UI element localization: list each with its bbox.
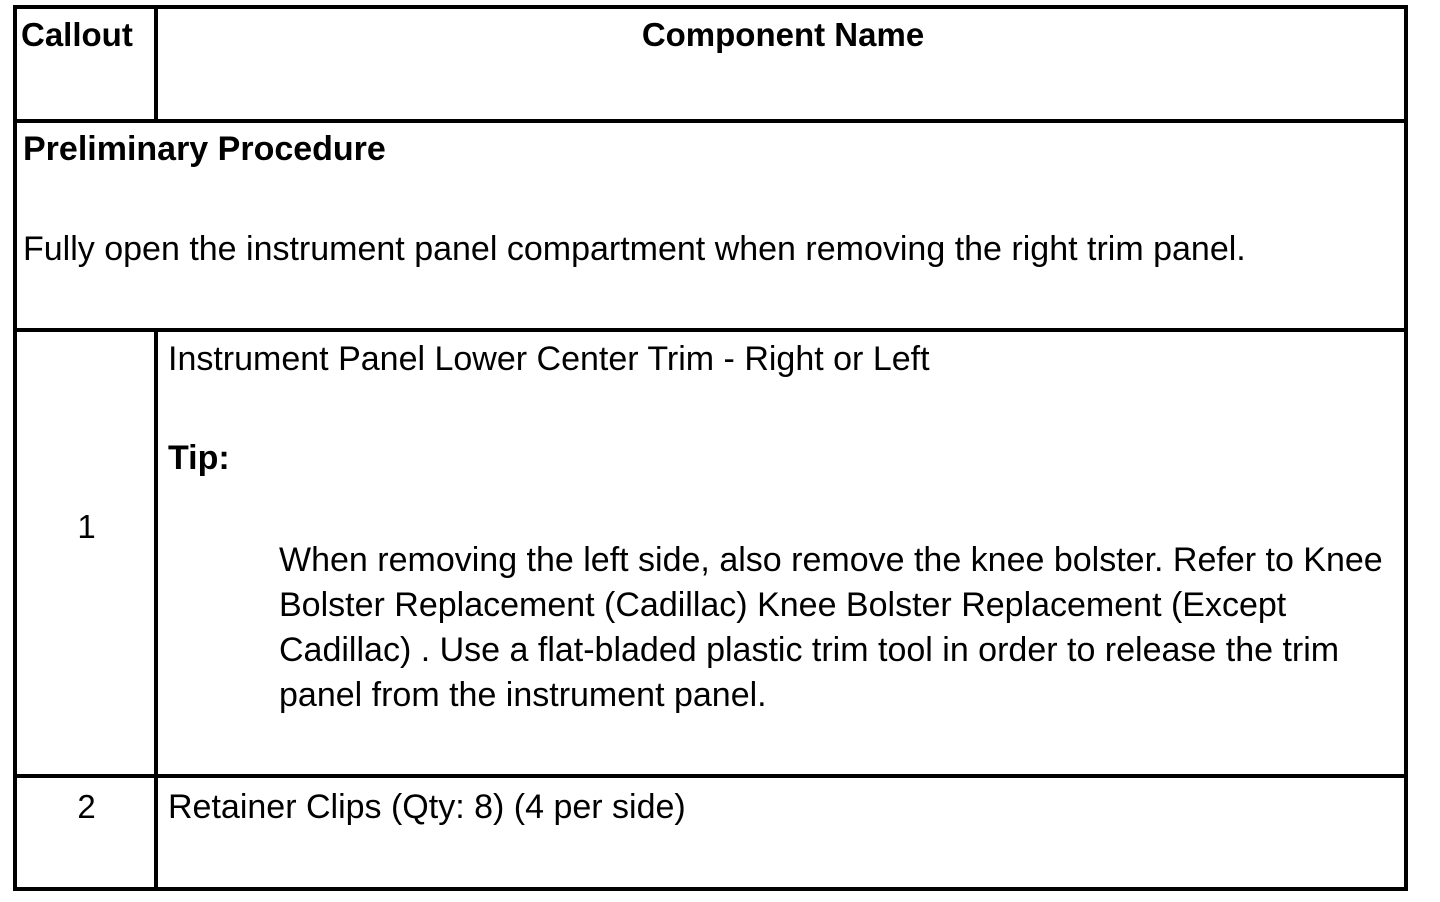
callout-number: 1 <box>77 508 96 545</box>
tip-text: When removing the left side, also remove… <box>279 541 1383 714</box>
preliminary-divider <box>17 328 1404 332</box>
component-name: Instrument Panel Lower Center Trim - Rig… <box>168 340 930 378</box>
row-divider <box>17 774 1404 778</box>
header-component-name: Component Name <box>641 16 925 53</box>
preliminary-text: Fully open the instrument panel compartm… <box>23 230 1246 268</box>
column-divider-header <box>154 9 158 123</box>
component-table: Callout Component Name Preliminary Proce… <box>13 5 1408 891</box>
component-name: Retainer Clips (Qty: 8) (4 per side) <box>168 788 686 826</box>
header-divider <box>17 119 1404 123</box>
header-callout: Callout <box>21 16 133 53</box>
callout-number: 2 <box>77 788 96 825</box>
tip-label: Tip: <box>168 439 230 477</box>
preliminary-title: Preliminary Procedure <box>23 130 386 168</box>
